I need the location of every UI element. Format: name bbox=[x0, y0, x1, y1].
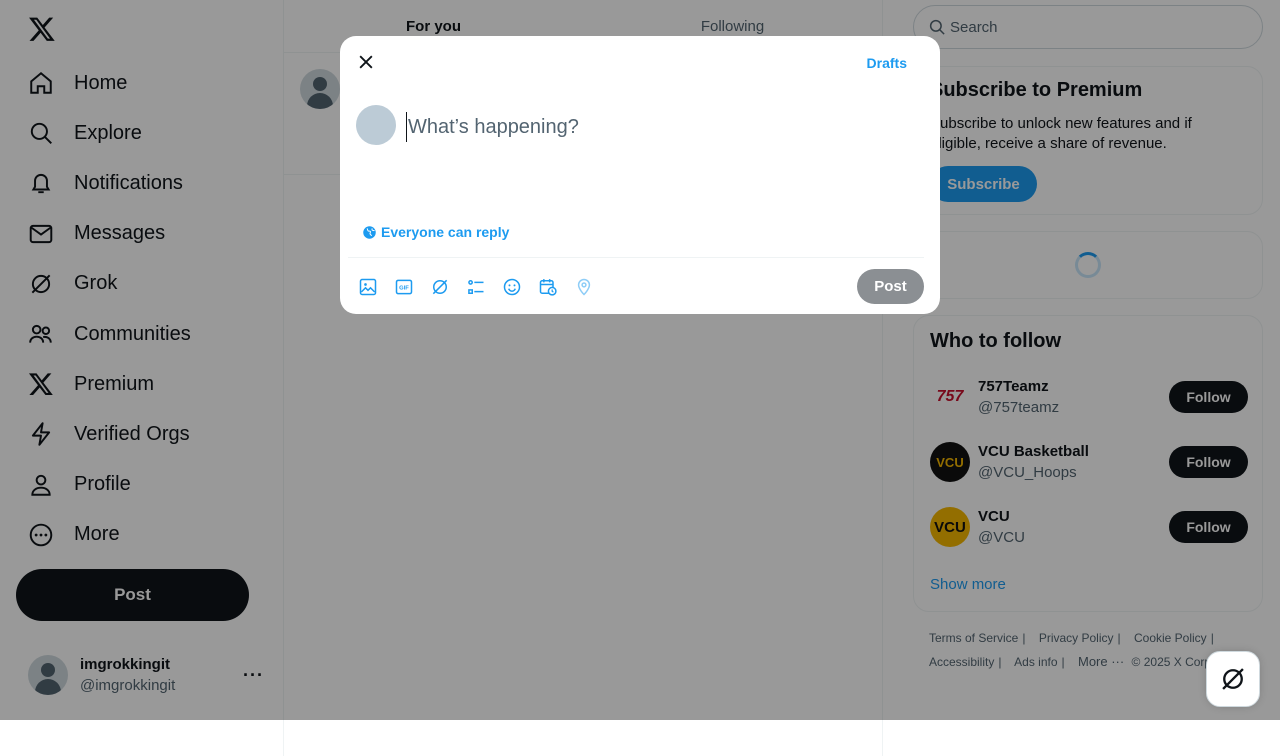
svg-text:GIF: GIF bbox=[399, 286, 409, 292]
divider bbox=[348, 257, 924, 258]
emoji-icon[interactable] bbox=[502, 277, 522, 297]
location-icon[interactable] bbox=[574, 277, 594, 297]
globe-icon bbox=[363, 225, 376, 239]
compose-modal: Drafts Everyone can reply GIF Post bbox=[340, 36, 940, 314]
compose-toolbar: GIF bbox=[358, 277, 610, 297]
post-submit-button[interactable]: Post bbox=[857, 269, 924, 304]
grok-floating-button[interactable] bbox=[1206, 651, 1260, 707]
compose-textarea[interactable] bbox=[406, 112, 906, 142]
reply-setting-button[interactable]: Everyone can reply bbox=[362, 224, 509, 240]
grok-icon[interactable] bbox=[430, 277, 450, 297]
poll-icon[interactable] bbox=[466, 277, 486, 297]
schedule-icon[interactable] bbox=[538, 277, 558, 297]
avatar bbox=[356, 105, 396, 145]
reply-setting-label: Everyone can reply bbox=[381, 224, 510, 240]
close-button[interactable] bbox=[352, 48, 380, 76]
gif-icon[interactable]: GIF bbox=[394, 277, 414, 297]
close-icon bbox=[359, 55, 373, 69]
grok-icon bbox=[1222, 668, 1244, 690]
drafts-button[interactable]: Drafts bbox=[867, 55, 907, 71]
image-icon[interactable] bbox=[358, 277, 378, 297]
